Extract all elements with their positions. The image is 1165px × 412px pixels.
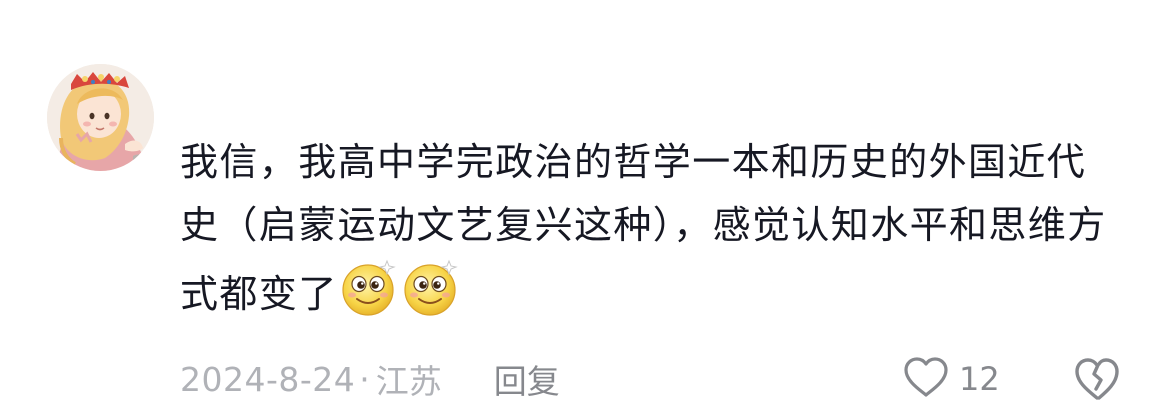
reply-button[interactable]: 回复: [494, 355, 560, 403]
comment-text: 我信，我高中学完政治的哲学一本和历史的外国近代史（启蒙运动文艺复兴这种），感觉认…: [180, 131, 1120, 326]
meta-separator: ·: [359, 359, 370, 399]
like-button[interactable]: 12: [903, 352, 1000, 406]
like-count: 12: [959, 360, 1000, 398]
heart-icon: [903, 356, 949, 402]
smile-emoji: [402, 257, 462, 317]
comment-item: 我信，我高中学完政治的哲学一本和历史的外国近代史（启蒙运动文艺复兴这种），感觉认…: [0, 0, 1165, 412]
broken-heart-icon: [1073, 358, 1121, 406]
comment-meta: 2024-8-24 · 江苏 回复: [180, 352, 560, 406]
comment-text-content: 我信，我高中学完政治的哲学一本和历史的外国近代史（启蒙运动文艺复兴这种），感觉认…: [180, 140, 1107, 316]
avatar[interactable]: [47, 64, 154, 171]
dislike-button[interactable]: [1073, 356, 1121, 402]
smile-emoji: [340, 257, 400, 317]
comment-date: 2024-8-24: [180, 359, 356, 399]
comment-location: 江苏: [375, 362, 442, 401]
